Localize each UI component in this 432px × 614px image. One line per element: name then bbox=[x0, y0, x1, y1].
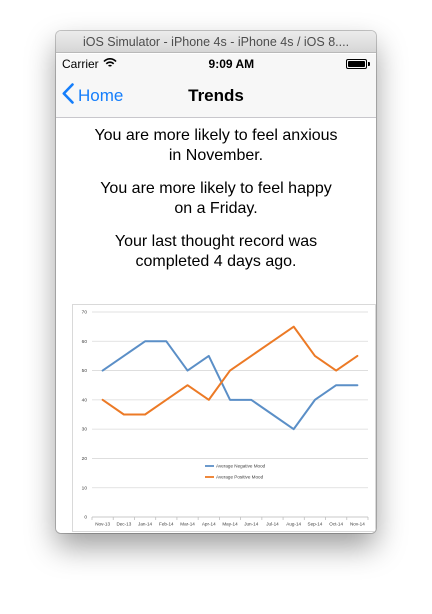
y-tick-label: 0 bbox=[84, 515, 87, 521]
x-tick-label: Feb-14 bbox=[159, 522, 174, 527]
legend-label: Average Negative Mood bbox=[216, 464, 266, 469]
navigation-bar: Home Trends bbox=[56, 74, 376, 118]
y-tick-label: 10 bbox=[82, 485, 88, 491]
x-tick-label: Jan-14 bbox=[138, 522, 152, 527]
simulator-window: iOS Simulator - iPhone 4s - iPhone 4s / … bbox=[56, 31, 376, 533]
y-tick-label: 60 bbox=[82, 339, 88, 345]
x-tick-label: Mar-14 bbox=[180, 522, 195, 527]
y-tick-label: 50 bbox=[82, 368, 88, 374]
trend-message-thought-record: Your last thought record was completed 4… bbox=[114, 233, 318, 270]
legend-label: Average Positive Mood bbox=[216, 475, 264, 480]
window-title: iOS Simulator - iPhone 4s - iPhone 4s / … bbox=[82, 34, 350, 49]
y-tick-label: 70 bbox=[82, 310, 88, 316]
x-tick-label: May-14 bbox=[222, 522, 238, 527]
page-title: Trends bbox=[188, 85, 244, 105]
back-button-label: Home bbox=[78, 86, 124, 105]
chevron-left-icon bbox=[62, 83, 74, 109]
x-tick-label: Nov-14 bbox=[350, 522, 365, 527]
trends-content: You are more likely to feel anxious in N… bbox=[56, 118, 376, 271]
wifi-icon bbox=[103, 57, 117, 71]
carrier-group: Carrier bbox=[62, 57, 117, 71]
window-titlebar[interactable]: iOS Simulator - iPhone 4s - iPhone 4s / … bbox=[56, 31, 376, 53]
x-tick-label: Apr-14 bbox=[202, 522, 216, 527]
device-screen: Carrier 9:09 AM Home Trends You are more… bbox=[56, 54, 376, 533]
trend-message-anxious: You are more likely to feel anxious in N… bbox=[94, 127, 338, 164]
x-tick-label: Aug-14 bbox=[286, 522, 301, 527]
x-tick-label: Nov-13 bbox=[95, 522, 110, 527]
status-time: 9:09 AM bbox=[208, 57, 255, 71]
mood-chart-svg: 0 10 20 30 40 50 60 70 Nov-13 Dec-13 Jan-14 Feb-14 M… bbox=[72, 304, 376, 532]
x-tick-label: Sep-14 bbox=[308, 522, 323, 527]
x-tick-label: Dec-13 bbox=[116, 522, 131, 527]
y-tick-label: 20 bbox=[82, 456, 88, 462]
status-bar: Carrier 9:09 AM bbox=[56, 54, 376, 74]
battery-icon bbox=[346, 59, 370, 69]
mood-trend-chart: 0 10 20 30 40 50 60 70 Nov-13 Dec-13 Jan-14 Feb-14 M… bbox=[72, 304, 376, 532]
x-tick-label: Jun-14 bbox=[244, 522, 258, 527]
back-button[interactable]: Home bbox=[62, 74, 123, 118]
trend-message-happy: You are more likely to feel happy on a F… bbox=[100, 180, 332, 217]
y-tick-label: 30 bbox=[82, 427, 88, 433]
y-tick-label: 40 bbox=[82, 397, 88, 403]
x-tick-label: Oct-14 bbox=[329, 522, 343, 527]
carrier-label: Carrier bbox=[62, 57, 99, 71]
x-tick-label: Jul-14 bbox=[266, 522, 279, 527]
